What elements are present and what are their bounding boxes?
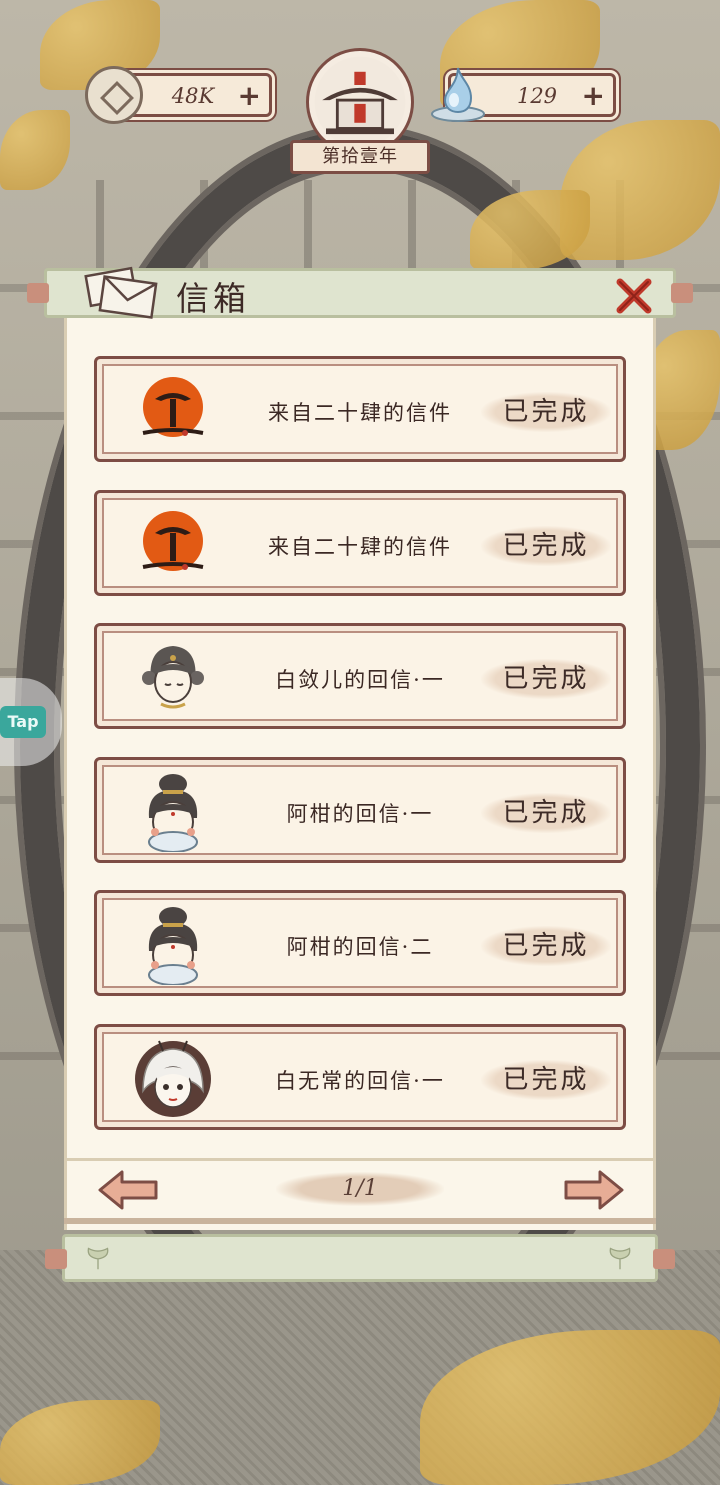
mail-title: 阿柑的回信·二 <box>286 935 434 959</box>
mail-item[interactable]: 来自二十肆的信件 已完成 <box>94 356 626 462</box>
status-badge: 已完成 <box>481 926 611 966</box>
sun-seal-icon <box>142 377 204 437</box>
mail-title: 来自二十肆的信件 <box>268 401 452 425</box>
year-badge: 第拾壹年 <box>290 48 430 174</box>
spirit-value: 129 <box>516 84 558 108</box>
mail-title: 白无常的回信·一 <box>275 1068 445 1093</box>
ginkgo-leaf-icon <box>87 1247 109 1270</box>
mail-title: 白敛儿的回信·一 <box>275 668 445 692</box>
mail-item[interactable]: 阿柑的回信·二 已完成 <box>94 890 626 996</box>
status-badge: 已完成 <box>481 659 611 699</box>
spirit-flame-icon <box>431 67 485 122</box>
mail-list: 来自二十肆的信件 已完成 来自二十肆的信件 已完成 白敛儿的回信·一 已完成 阿… <box>94 356 626 1157</box>
close-icon[interactable] <box>614 276 654 316</box>
girl-portrait-icon <box>142 646 204 709</box>
status-badge: 已完成 <box>481 792 611 833</box>
mail-item[interactable]: 阿柑的回信·一 已完成 <box>94 756 626 863</box>
spirit-counter[interactable]: 129 + <box>431 67 616 122</box>
add-spirit-button[interactable]: + <box>582 80 605 112</box>
prev-page-arrow-icon[interactable] <box>96 1168 160 1212</box>
coin-icon <box>85 66 143 124</box>
status-badge: 已完成 <box>481 525 611 566</box>
coin-counter[interactable]: 48K + <box>85 66 272 124</box>
add-coins-button[interactable]: + <box>238 80 261 112</box>
tap-label: Tap <box>0 706 46 738</box>
envelopes-icon <box>84 266 158 319</box>
white-hair-portrait-icon <box>135 1040 211 1117</box>
mail-title: 阿柑的回信·一 <box>286 801 434 826</box>
page-indicator: 1/1 <box>276 1172 444 1206</box>
bun-girl-portrait-icon <box>148 907 198 985</box>
mail-item[interactable]: 白无常的回信·一 已完成 <box>94 1023 626 1130</box>
bun-girl-portrait-icon <box>148 773 198 852</box>
mail-item[interactable]: 白敛儿的回信·一 已完成 <box>94 623 626 729</box>
mail-title: 来自二十肆的信件 <box>268 534 452 559</box>
status-badge: 已完成 <box>481 392 611 432</box>
next-page-arrow-icon[interactable] <box>562 1168 626 1212</box>
coin-value: 48K <box>171 84 215 108</box>
status-badge: 已完成 <box>481 1059 611 1100</box>
sun-seal-icon <box>142 510 204 571</box>
pavilion-icon <box>314 56 406 148</box>
mail-item[interactable]: 来自二十肆的信件 已完成 <box>94 489 626 596</box>
mailbox-title: 信箱 <box>176 279 250 318</box>
year-label: 第拾壹年 <box>290 140 430 174</box>
ginkgo-leaf-icon <box>609 1247 631 1270</box>
mailbox-footer <box>45 1234 675 1282</box>
